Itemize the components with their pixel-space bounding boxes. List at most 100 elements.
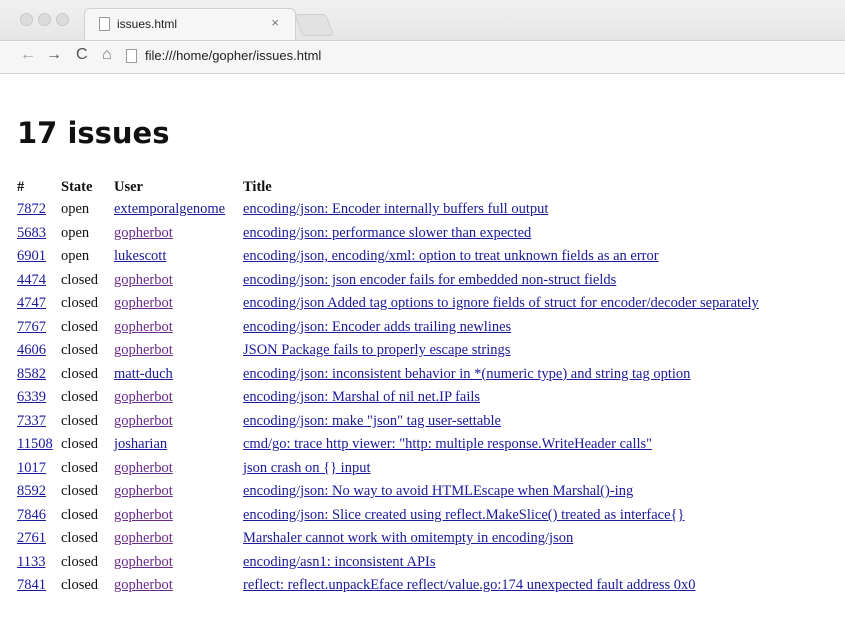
tab-close-icon[interactable]: ×: [271, 15, 279, 30]
issue-number-cell: 8582: [17, 363, 61, 387]
issue-user-cell: gopherbot: [114, 504, 243, 528]
issue-number-link[interactable]: 11508: [17, 436, 53, 452]
issue-state-cell: open: [61, 224, 90, 241]
issue-user-link[interactable]: gopherbot: [114, 483, 173, 499]
page-icon: [126, 49, 137, 63]
issue-user-cell: lukescott: [114, 245, 243, 269]
issue-user-link[interactable]: gopherbot: [114, 319, 173, 335]
issue-title-link[interactable]: encoding/asn1: inconsistent APIs: [243, 554, 436, 570]
issue-title-link[interactable]: JSON Package fails to properly escape st…: [243, 342, 510, 358]
browser-tab[interactable]: issues.html ×: [84, 8, 296, 41]
issue-user-cell: gopherbot: [114, 551, 243, 575]
issue-number-link[interactable]: 4747: [17, 295, 46, 311]
table-row: 7767 closed gopherbot encoding/json: Encode…: [17, 316, 763, 340]
new-tab-button[interactable]: [293, 14, 335, 36]
issue-title-link[interactable]: json crash on {} input: [243, 460, 371, 476]
issue-title-link[interactable]: encoding/json: Slice created using refle…: [243, 507, 684, 523]
column-header-title: Title: [243, 178, 272, 195]
issue-title-cell: Marshaler cannot work with omitempty in …: [243, 527, 763, 551]
minimize-window-button[interactable]: [38, 13, 51, 26]
issue-state-cell: closed: [61, 459, 99, 476]
page-icon: [99, 17, 110, 31]
issue-user-cell: gopherbot: [114, 480, 243, 504]
issue-number-link[interactable]: 2761: [17, 530, 46, 546]
issue-number-link[interactable]: 7872: [17, 201, 46, 217]
reload-icon[interactable]: C: [76, 46, 88, 64]
issue-number-cell: 1133: [17, 551, 61, 575]
issue-title-cell: encoding/json: Slice created using refle…: [243, 504, 763, 528]
issue-number-link[interactable]: 8592: [17, 483, 46, 499]
issue-number-link[interactable]: 1017: [17, 460, 46, 476]
issue-title-cell: encoding/json: No way to avoid HTMLEscap…: [243, 480, 763, 504]
back-arrow-icon[interactable]: ←: [20, 46, 36, 64]
issue-title-link[interactable]: encoding/json, encoding/xml: option to t…: [243, 248, 659, 264]
issue-state-cell: closed: [61, 342, 99, 359]
issue-number-link[interactable]: 7841: [17, 577, 46, 593]
issue-number-cell: 7767: [17, 316, 61, 340]
issue-state-cell: closed: [61, 318, 99, 335]
issue-number-link[interactable]: 7846: [17, 507, 46, 523]
browser-toolbar: ← → C ⌂ file:///home/gopher/issues.html: [0, 40, 845, 74]
issue-number-link[interactable]: 6901: [17, 248, 46, 264]
issue-user-link[interactable]: gopherbot: [114, 295, 173, 311]
issue-number-link[interactable]: 6339: [17, 389, 46, 405]
issue-number-link[interactable]: 4606: [17, 342, 46, 358]
close-window-button[interactable]: [20, 13, 33, 26]
table-row: 4474 closed gopherbot encoding/json: json e…: [17, 269, 763, 293]
issue-title-cell: encoding/asn1: inconsistent APIs: [243, 551, 763, 575]
issue-number-cell: 6339: [17, 386, 61, 410]
column-header-user: User: [114, 178, 143, 195]
issue-user-link[interactable]: gopherbot: [114, 389, 173, 405]
issue-user-cell: gopherbot: [114, 339, 243, 363]
issue-number-link[interactable]: 4474: [17, 272, 46, 288]
issue-title-cell: encoding/json: json encoder fails for em…: [243, 269, 763, 293]
issue-user-link[interactable]: gopherbot: [114, 554, 173, 570]
issue-user-link[interactable]: gopherbot: [114, 530, 173, 546]
issue-number-link[interactable]: 7767: [17, 319, 46, 335]
issue-title-link[interactable]: encoding/json: performance slower than e…: [243, 225, 531, 241]
issue-user-link[interactable]: gopherbot: [114, 460, 173, 476]
issue-title-cell: encoding/json: Marshal of nil net.IP fai…: [243, 386, 763, 410]
issue-user-link[interactable]: josharian: [114, 436, 167, 452]
issue-title-link[interactable]: reflect: reflect.unpackEface reflect/val…: [243, 577, 696, 593]
issue-user-link[interactable]: gopherbot: [114, 225, 173, 241]
issue-number-cell: 1017: [17, 457, 61, 481]
issue-title-link[interactable]: encoding/json: Encoder internally buffer…: [243, 201, 548, 217]
issue-user-link[interactable]: gopherbot: [114, 507, 173, 523]
issue-number-link[interactable]: 5683: [17, 225, 46, 241]
issue-title-link[interactable]: Marshaler cannot work with omitempty in …: [243, 530, 573, 546]
issue-user-link[interactable]: extemporalgenome: [114, 201, 225, 217]
issue-title-link[interactable]: encoding/json Added tag options to ignor…: [243, 295, 759, 311]
issue-title-link[interactable]: encoding/json: Encoder adds trailing new…: [243, 319, 511, 335]
home-icon[interactable]: ⌂: [102, 46, 112, 64]
forward-arrow-icon[interactable]: →: [46, 46, 62, 64]
issue-title-link[interactable]: encoding/json: inconsistent behavior in …: [243, 366, 690, 382]
maximize-window-button[interactable]: [56, 13, 69, 26]
issue-title-link[interactable]: cmd/go: trace http viewer: "http: multip…: [243, 436, 652, 452]
table-row: 4606 closed gopherbot JSON Package fails to…: [17, 339, 763, 363]
issue-number-link[interactable]: 7337: [17, 413, 46, 429]
table-row: 6339 closed gopherbot encoding/json: Marsha…: [17, 386, 763, 410]
table-row: 11508 closed josharian cmd/go: trace http v…: [17, 433, 763, 457]
issue-user-link[interactable]: gopherbot: [114, 413, 173, 429]
issue-number-link[interactable]: 8582: [17, 366, 46, 382]
issue-title-link[interactable]: encoding/json: make "json" tag user-sett…: [243, 413, 501, 429]
issue-title-link[interactable]: encoding/json: Marshal of nil net.IP fai…: [243, 389, 480, 405]
issue-state-cell: open: [61, 201, 90, 218]
table-row: 8592 closed gopherbot encoding/json: No way…: [17, 480, 763, 504]
issue-user-link[interactable]: matt-duch: [114, 366, 173, 382]
issue-title-link[interactable]: encoding/json: json encoder fails for em…: [243, 272, 616, 288]
issue-number-link[interactable]: 1133: [17, 554, 45, 570]
browser-tab-bar: issues.html ×: [0, 0, 845, 41]
issue-user-link[interactable]: lukescott: [114, 248, 166, 264]
address-bar[interactable]: file:///home/gopher/issues.html: [145, 48, 321, 63]
issue-user-link[interactable]: gopherbot: [114, 272, 173, 288]
issue-user-link[interactable]: gopherbot: [114, 577, 173, 593]
issue-title-cell: JSON Package fails to properly escape st…: [243, 339, 763, 363]
column-header-number: #: [17, 178, 25, 195]
issue-state-cell: closed: [61, 412, 99, 429]
issue-title-link[interactable]: encoding/json: No way to avoid HTMLEscap…: [243, 483, 633, 499]
issue-user-link[interactable]: gopherbot: [114, 342, 173, 358]
issue-state-cell: closed: [61, 436, 99, 453]
issue-number-cell: 4606: [17, 339, 61, 363]
